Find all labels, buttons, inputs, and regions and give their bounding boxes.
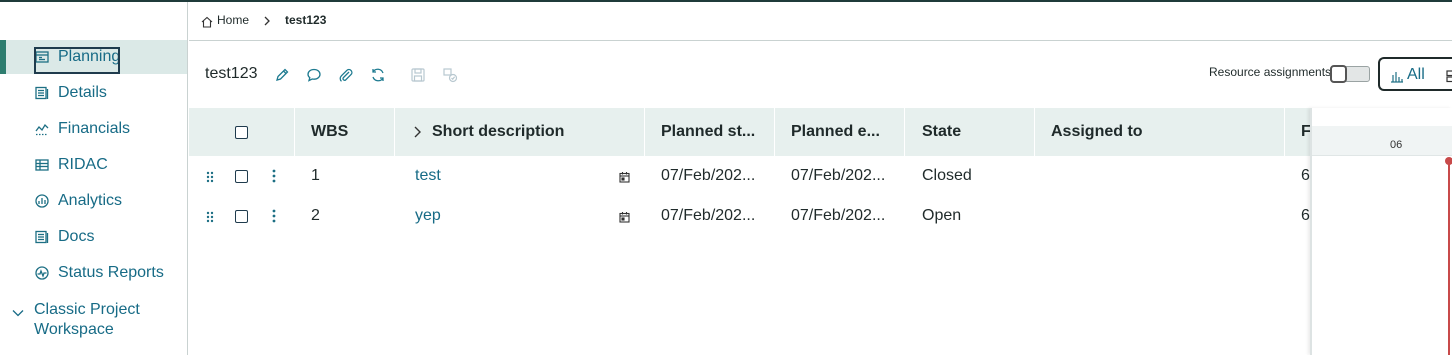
column-header-assigned-to[interactable]: Assigned to xyxy=(1051,108,1271,156)
drag-handle-icon[interactable] xyxy=(205,170,215,183)
next-column-cell: 6 xyxy=(1301,167,1310,184)
toggle-knob xyxy=(1330,65,1347,83)
view-all-label: All xyxy=(1407,66,1425,83)
column-divider xyxy=(904,108,905,156)
expand-all-icon[interactable] xyxy=(413,108,427,156)
sidebar-item-label: Details xyxy=(58,84,107,101)
table-row[interactable]: 1 test 07/Feb/202... 07/Feb/202... Close… xyxy=(189,156,1310,196)
sidebar-item-label: Status Reports xyxy=(58,264,164,281)
breadcrumb: Home test123 xyxy=(189,2,1452,41)
column-header-wbs[interactable]: WBS xyxy=(311,108,391,156)
sidebar-item-label: Docs xyxy=(58,228,95,245)
analytics-icon xyxy=(34,193,50,209)
financials-icon xyxy=(34,121,50,137)
sidebar-item-details[interactable]: Details xyxy=(0,76,187,110)
row-checkbox[interactable] xyxy=(235,210,248,223)
row-checkbox[interactable] xyxy=(235,170,248,183)
resource-assignments-toggle[interactable] xyxy=(1330,65,1370,83)
toolbar: test123 Resource assignments All xyxy=(189,42,1452,108)
gantt-timeline-header: 06 xyxy=(1312,126,1452,156)
description-link[interactable]: test xyxy=(415,156,605,196)
breadcrumb-current: test123 xyxy=(285,13,327,27)
save-icon[interactable] xyxy=(409,66,427,84)
select-all-checkbox[interactable] xyxy=(235,126,248,139)
assigned-to-cell xyxy=(1051,196,1271,236)
home-icon xyxy=(201,15,213,28)
gantt-panel[interactable]: 06 xyxy=(1310,108,1452,355)
column-divider xyxy=(394,108,395,156)
chevron-right-icon xyxy=(262,14,272,26)
bar-chart-icon xyxy=(1390,69,1404,83)
docs-icon xyxy=(34,229,50,245)
column-divider xyxy=(1284,108,1285,156)
grid-header: WBS Short description Planned st... Plan… xyxy=(189,108,1310,156)
column-divider xyxy=(644,108,645,156)
sidebar-item-label: Classic Project Workspace xyxy=(34,301,140,338)
column-header-next[interactable]: F xyxy=(1301,108,1310,156)
sidebar-item-label: RIDAC xyxy=(58,156,108,173)
comment-icon[interactable] xyxy=(305,66,323,84)
resource-assignments-label: Resource assignments xyxy=(1209,65,1332,79)
status-reports-icon xyxy=(34,265,50,281)
column-header-planned-end[interactable]: Planned e... xyxy=(791,108,901,156)
column-header-planned-start[interactable]: Planned st... xyxy=(661,108,771,156)
edit-icon[interactable] xyxy=(273,66,291,84)
state-cell: Closed xyxy=(922,167,972,184)
details-icon xyxy=(34,85,50,101)
sidebar-item-financials[interactable]: Financials xyxy=(0,112,187,146)
planned-start-cell: 07/Feb/202... xyxy=(661,207,756,224)
breadcrumb-home-link[interactable]: Home xyxy=(217,13,249,27)
sidebar-item-classic-project-workspace[interactable]: Classic Project Workspace xyxy=(0,300,187,350)
sidebar-item-docs[interactable]: Docs xyxy=(0,220,187,254)
column-divider xyxy=(774,108,775,156)
focus-outline xyxy=(34,47,120,74)
description-link[interactable]: yep xyxy=(415,196,605,236)
sidebar-item-label: Financials xyxy=(58,120,131,137)
column-header-state[interactable]: State xyxy=(922,108,1032,156)
today-line xyxy=(1448,160,1450,355)
more-options-icon[interactable] xyxy=(271,209,277,223)
sidebar-item-ridac[interactable]: RIDAC xyxy=(0,148,187,182)
planning-grid: WBS Short description Planned st... Plan… xyxy=(189,108,1310,355)
drag-handle-icon[interactable] xyxy=(205,210,215,223)
wbs-cell: 1 xyxy=(311,167,320,184)
chevron-down-icon xyxy=(12,306,24,318)
view-all-button[interactable]: All xyxy=(1378,57,1452,91)
column-divider xyxy=(1034,108,1035,156)
calendar-icon[interactable] xyxy=(619,210,630,223)
discard-changes-icon[interactable] xyxy=(441,66,459,84)
gantt-day-label: 06 xyxy=(1390,139,1403,151)
refresh-icon[interactable] xyxy=(369,66,387,84)
grid-view-icon xyxy=(1446,69,1452,83)
column-header-short-description[interactable]: Short description xyxy=(432,108,642,156)
calendar-icon[interactable] xyxy=(619,170,630,183)
sidebar-item-analytics[interactable]: Analytics xyxy=(0,184,187,218)
next-column-cell: 6 xyxy=(1301,207,1310,224)
planned-start-cell: 07/Feb/202... xyxy=(661,167,756,184)
planned-end-cell: 07/Feb/202... xyxy=(791,167,886,184)
state-cell: Open xyxy=(922,207,962,224)
sidebar: Planning Details Financials RIDAC Analyt… xyxy=(0,2,188,355)
page-title: test123 xyxy=(205,65,258,82)
sidebar-item-label: Analytics xyxy=(58,192,123,209)
attachment-icon[interactable] xyxy=(337,66,355,84)
ridac-icon xyxy=(34,157,50,173)
wbs-cell: 2 xyxy=(311,207,320,224)
sidebar-item-status-reports[interactable]: Status Reports xyxy=(0,256,187,290)
column-divider xyxy=(294,108,295,156)
table-row[interactable]: 2 yep 07/Feb/202... 07/Feb/202... Open 6 xyxy=(189,196,1310,236)
more-options-icon[interactable] xyxy=(271,169,277,183)
planned-end-cell: 07/Feb/202... xyxy=(791,207,886,224)
assigned-to-cell xyxy=(1051,156,1271,196)
